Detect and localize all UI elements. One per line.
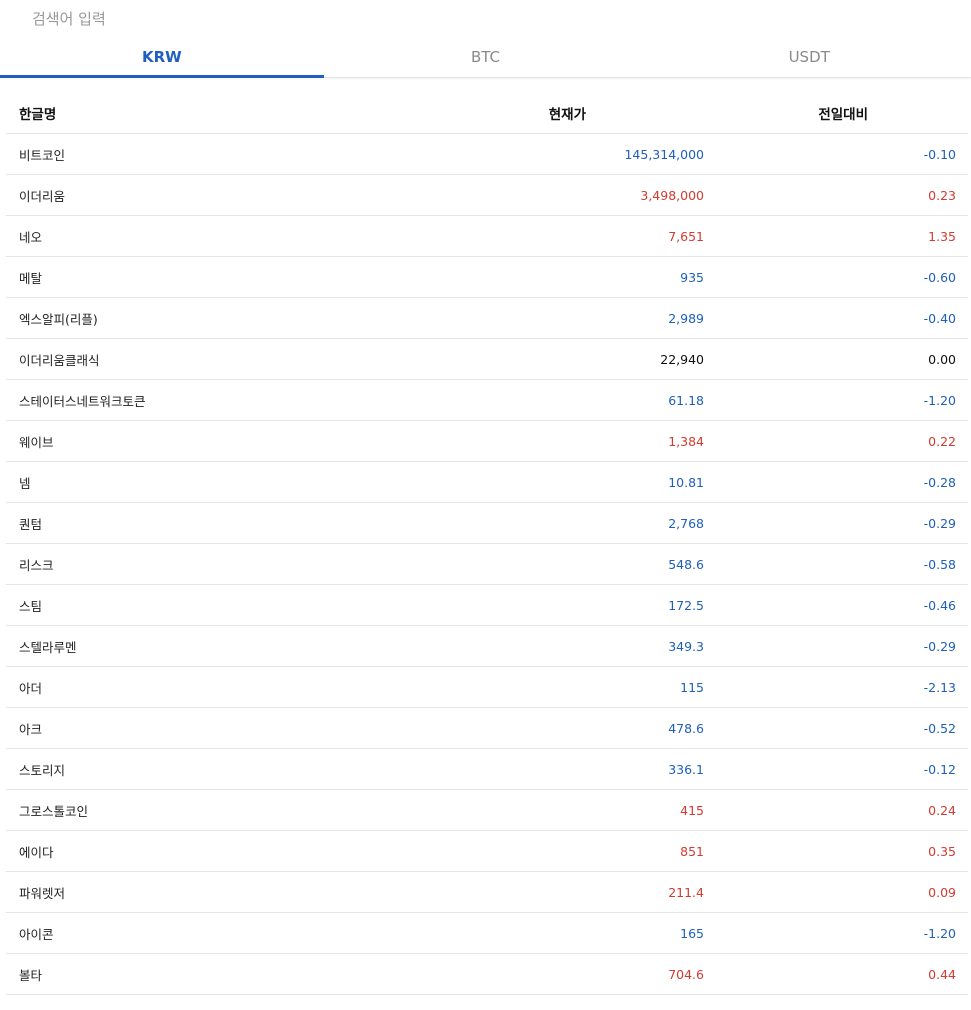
table-row[interactable]: 네오 7,651 1.35 bbox=[6, 216, 968, 257]
coin-price: 349.3 bbox=[668, 638, 704, 654]
table-row[interactable]: 이더리움 3,498,000 0.23 bbox=[6, 175, 968, 216]
coin-change: -0.10 bbox=[923, 146, 956, 162]
coin-name: 파워렛저 bbox=[19, 885, 66, 901]
coin-change: 0.44 bbox=[928, 966, 956, 982]
coin-name: 스팀 bbox=[19, 598, 43, 614]
table-row[interactable]: 스테이터스네트워크토큰 61.18 -1.20 bbox=[6, 380, 968, 421]
table-row[interactable]: 파워렛저 211.4 0.09 bbox=[6, 872, 968, 913]
coin-name: 리스크 bbox=[19, 557, 54, 573]
coin-change: -1.20 bbox=[923, 925, 956, 941]
coin-change: -0.28 bbox=[923, 474, 956, 490]
coin-change: 0.00 bbox=[928, 351, 956, 367]
coin-name: 넴 bbox=[19, 475, 31, 491]
coin-change: -0.29 bbox=[923, 515, 956, 531]
coin-name: 퀀텀 bbox=[19, 516, 43, 532]
coin-price: 3,498,000 bbox=[640, 187, 704, 203]
coin-price: 704.6 bbox=[668, 966, 704, 982]
coin-change: 1.35 bbox=[928, 228, 956, 244]
coin-change: -1.20 bbox=[923, 392, 956, 408]
coin-name: 그로스톨코인 bbox=[19, 803, 89, 819]
coin-change: -0.46 bbox=[923, 597, 956, 613]
table-row[interactable]: 그로스톨코인 415 0.24 bbox=[6, 790, 968, 831]
table-row[interactable]: 리스크 548.6 -0.58 bbox=[6, 544, 968, 585]
coin-name: 에이다 bbox=[19, 844, 54, 860]
table-row[interactable]: 메탈 935 -0.60 bbox=[6, 257, 968, 298]
coin-price: 22,940 bbox=[660, 351, 704, 367]
coin-change: 0.35 bbox=[928, 843, 956, 859]
coin-table: 한글명 현재가 전일대비 비트코인 145,314,000 -0.10 이더리움 3,4… bbox=[6, 92, 968, 995]
table-row[interactable]: 퀀텀 2,768 -0.29 bbox=[6, 503, 968, 544]
tab-usdt[interactable]: USDT bbox=[647, 38, 971, 77]
search-input[interactable] bbox=[18, 4, 618, 34]
table-row[interactable]: 아이콘 165 -1.20 bbox=[6, 913, 968, 954]
coin-name: 엑스알피(리플) bbox=[19, 311, 98, 327]
coin-name: 스텔라루멘 bbox=[19, 639, 77, 655]
coin-change: -0.29 bbox=[923, 638, 956, 654]
coin-price: 336.1 bbox=[668, 761, 704, 777]
coin-change: 0.22 bbox=[928, 433, 956, 449]
coin-price: 10.81 bbox=[668, 474, 704, 490]
coin-change: -0.52 bbox=[923, 720, 956, 736]
tab-krw[interactable]: KRW bbox=[0, 38, 324, 78]
coin-name: 스테이터스네트워크토큰 bbox=[19, 393, 146, 409]
table-row[interactable]: 에이다 851 0.35 bbox=[6, 831, 968, 872]
table-row[interactable]: 아더 115 -2.13 bbox=[6, 667, 968, 708]
coin-price: 2,768 bbox=[668, 515, 704, 531]
coin-name: 비트코인 bbox=[19, 147, 66, 163]
table-row[interactable]: 웨이브 1,384 0.22 bbox=[6, 421, 968, 462]
coin-change: 0.24 bbox=[928, 802, 956, 818]
coin-change: -0.40 bbox=[923, 310, 956, 326]
coin-name: 볼타 bbox=[19, 967, 43, 983]
coin-price: 2,989 bbox=[668, 310, 704, 326]
header-price[interactable]: 현재가 bbox=[366, 103, 704, 123]
coin-change: 0.23 bbox=[928, 187, 956, 203]
coin-price: 1,384 bbox=[668, 433, 704, 449]
coin-change: 0.09 bbox=[928, 884, 956, 900]
coin-price: 548.6 bbox=[668, 556, 704, 572]
coin-name: 아이콘 bbox=[19, 926, 54, 942]
coin-price: 172.5 bbox=[668, 597, 704, 613]
coin-price: 415 bbox=[680, 802, 704, 818]
coin-price: 145,314,000 bbox=[624, 146, 704, 162]
coin-price: 61.18 bbox=[668, 392, 704, 408]
coin-name: 아크 bbox=[19, 721, 43, 737]
table-row[interactable]: 아크 478.6 -0.52 bbox=[6, 708, 968, 749]
coin-price: 115 bbox=[680, 679, 704, 695]
coin-price: 851 bbox=[680, 843, 704, 859]
search-bar bbox=[0, 0, 971, 38]
header-name[interactable]: 한글명 bbox=[6, 103, 366, 123]
table-row[interactable]: 이더리움클래식 22,940 0.00 bbox=[6, 339, 968, 380]
coin-name: 이더리움클래식 bbox=[19, 352, 100, 368]
table-row[interactable]: 스텔라루멘 349.3 -0.29 bbox=[6, 626, 968, 667]
coin-name: 이더리움 bbox=[19, 188, 66, 204]
coin-price: 211.4 bbox=[668, 884, 704, 900]
coin-change: -2.13 bbox=[923, 679, 956, 695]
coin-change: -0.60 bbox=[923, 269, 956, 285]
table-row[interactable]: 볼타 704.6 0.44 bbox=[6, 954, 968, 995]
coin-name: 스토리지 bbox=[19, 762, 66, 778]
coin-name: 아더 bbox=[19, 680, 43, 696]
coin-name: 네오 bbox=[19, 229, 43, 245]
coin-price: 935 bbox=[680, 269, 704, 285]
coin-change: -0.58 bbox=[923, 556, 956, 572]
coin-price: 165 bbox=[680, 925, 704, 941]
table-row[interactable]: 넴 10.81 -0.28 bbox=[6, 462, 968, 503]
header-change[interactable]: 전일대비 bbox=[704, 103, 956, 123]
coin-change: -0.12 bbox=[923, 761, 956, 777]
coin-price: 478.6 bbox=[668, 720, 704, 736]
table-row[interactable]: 스팀 172.5 -0.46 bbox=[6, 585, 968, 626]
table-header: 한글명 현재가 전일대비 bbox=[6, 92, 968, 134]
coin-name: 웨이브 bbox=[19, 434, 54, 450]
coin-name: 메탈 bbox=[19, 270, 43, 286]
table-row[interactable]: 스토리지 336.1 -0.12 bbox=[6, 749, 968, 790]
tab-btc[interactable]: BTC bbox=[324, 38, 648, 77]
table-row[interactable]: 비트코인 145,314,000 -0.10 bbox=[6, 134, 968, 175]
table-row[interactable]: 엑스알피(리플) 2,989 -0.40 bbox=[6, 298, 968, 339]
coin-price: 7,651 bbox=[668, 228, 704, 244]
market-tabs: KRW BTC USDT bbox=[0, 38, 971, 78]
